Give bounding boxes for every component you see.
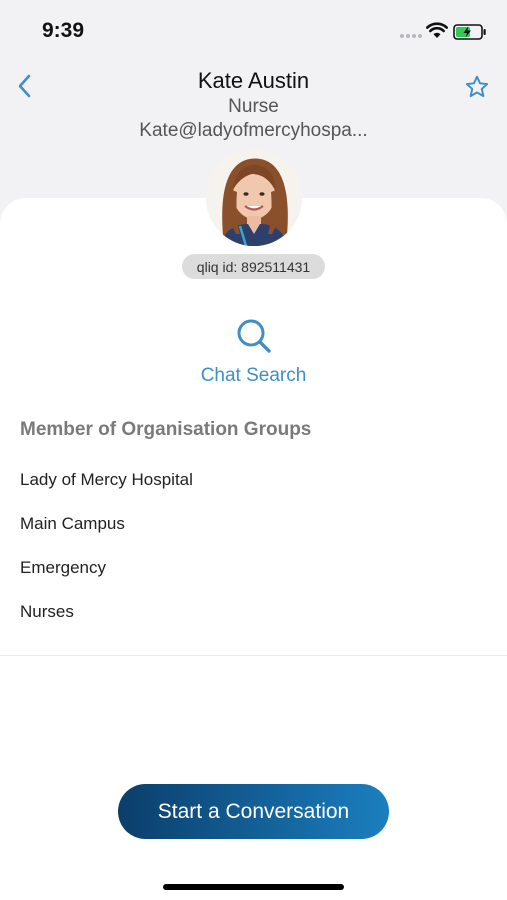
list-item: Lady of Mercy Hospital bbox=[20, 470, 193, 489]
contact-name: Kate Austin bbox=[197, 68, 310, 93]
group-list: Lady of Mercy Hospital Main Campus Emerg… bbox=[20, 470, 193, 646]
groups-section-title: Member of Organisation Groups bbox=[20, 419, 312, 440]
list-item: Main Campus bbox=[20, 514, 125, 533]
cellular-signal-icon bbox=[400, 34, 422, 38]
chat-search-button[interactable]: Chat Search bbox=[180, 315, 327, 387]
contact-header: Kate Austin Nurse Kate@ladyofmercyhospa.… bbox=[0, 66, 507, 144]
qliq-id-badge: qliq id: 892511431 bbox=[182, 254, 325, 279]
start-conversation-button[interactable]: Start a Conversation bbox=[118, 784, 389, 839]
home-indicator bbox=[163, 884, 344, 890]
favorite-button[interactable] bbox=[462, 72, 492, 102]
star-icon bbox=[465, 75, 489, 98]
chat-search-label: Chat Search bbox=[200, 365, 307, 386]
status-bar: 9:39 bbox=[0, 0, 507, 60]
divider bbox=[0, 655, 507, 656]
search-icon bbox=[180, 315, 327, 357]
contact-email[interactable]: Kate@ladyofmercyhospa... bbox=[0, 118, 507, 144]
wifi-icon bbox=[426, 22, 448, 44]
battery-charging-icon bbox=[453, 24, 487, 45]
status-time: 9:39 bbox=[42, 19, 85, 42]
list-item: Nurses bbox=[20, 602, 74, 621]
contact-role: Nurse bbox=[228, 96, 279, 117]
avatar bbox=[206, 150, 302, 246]
list-item: Emergency bbox=[20, 558, 106, 577]
